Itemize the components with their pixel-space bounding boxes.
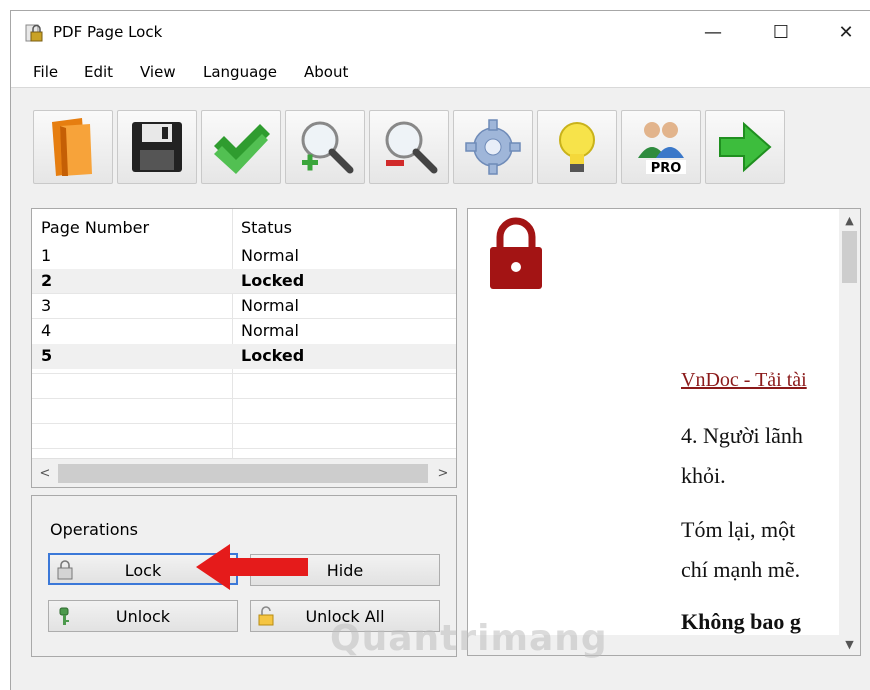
menu-about[interactable]: About	[304, 63, 348, 81]
zoom-in-icon	[301, 121, 354, 174]
list-header: Page Number Status	[32, 209, 456, 243]
next-arrow-icon	[719, 121, 772, 173]
row-divider	[32, 448, 456, 449]
page-number-cell: 4	[41, 321, 52, 340]
zoom-in-button[interactable]	[285, 110, 365, 184]
preview-vertical-scrollbar[interactable]: ▲ ▼	[839, 209, 860, 655]
unlock-button-label: Unlock	[115, 607, 171, 626]
preview-text-line: Tóm lại, một	[681, 517, 796, 542]
page-list[interactable]: Page Number Status 1 Normal 2 Locked 3 N…	[31, 208, 457, 488]
table-row[interactable]: 2 Locked	[32, 269, 456, 294]
row-divider	[32, 293, 456, 294]
save-icon	[132, 122, 182, 172]
pro-button[interactable]: PRO	[621, 110, 701, 184]
menu-edit[interactable]: Edit	[84, 63, 113, 81]
status-cell: Normal	[241, 246, 299, 265]
row-divider	[32, 318, 456, 319]
scroll-right-button[interactable]: >	[432, 463, 454, 483]
table-row[interactable]: 4 Normal	[32, 319, 456, 344]
status-cell: Normal	[241, 321, 299, 340]
preview-text-line: Không bao g	[681, 609, 801, 634]
list-horizontal-scrollbar[interactable]: < >	[32, 458, 456, 487]
next-button[interactable]	[705, 110, 785, 184]
apply-check-icon	[214, 124, 270, 174]
scrollbar-thumb[interactable]	[58, 464, 428, 483]
table-row[interactable]: 5 Locked	[32, 344, 456, 369]
app-lock-icon	[25, 24, 43, 42]
status-cell: Normal	[241, 296, 299, 315]
operations-title: Operations	[50, 520, 138, 539]
maximize-button[interactable]: ☐	[751, 11, 811, 54]
app-window: PDF Page Lock — ☐ ✕ File Edit View Langu…	[10, 10, 870, 690]
preview-text-line: khỏi.	[681, 463, 726, 488]
locked-page-icon	[490, 217, 542, 289]
minimize-button[interactable]: —	[683, 11, 743, 54]
row-divider	[32, 398, 456, 399]
save-button[interactable]	[117, 110, 197, 184]
row-divider	[32, 373, 456, 374]
row-divider	[32, 423, 456, 424]
page-number-cell: 2	[41, 271, 53, 290]
open-folder-icon	[52, 118, 92, 176]
page-number-cell: 3	[41, 296, 52, 315]
open-button[interactable]	[33, 110, 113, 184]
page-number-cell: 1	[41, 246, 52, 265]
apply-button[interactable]	[201, 110, 281, 184]
preview-text-line: 4. Người lãnh	[681, 423, 803, 448]
window-title: PDF Page Lock	[53, 23, 163, 41]
settings-button[interactable]	[453, 110, 533, 184]
scroll-left-button[interactable]: <	[34, 463, 56, 483]
red-pointer-arrow	[196, 544, 308, 590]
column-header-page-number[interactable]: Page Number	[41, 218, 149, 237]
title-bar: PDF Page Lock — ☐ ✕	[11, 11, 870, 54]
column-header-status[interactable]: Status	[241, 218, 292, 237]
scrollbar-thumb[interactable]	[842, 231, 857, 283]
preview-text-line: chí mạnh mẽ.	[681, 557, 801, 582]
status-cell: Locked	[241, 346, 305, 365]
zoom-out-icon	[385, 121, 438, 174]
tip-lightbulb-icon	[559, 122, 595, 172]
pro-users-icon: PRO	[638, 122, 686, 176]
page-number-cell: 5	[41, 346, 53, 365]
table-row[interactable]: 3 Normal	[32, 294, 456, 319]
status-cell: Locked	[241, 271, 305, 290]
table-row[interactable]: 1 Normal	[32, 244, 456, 269]
unlock-button[interactable]: Unlock	[48, 600, 238, 632]
settings-gear-icon	[465, 119, 521, 175]
preview-header-link[interactable]: VnDoc - Tải tài	[681, 369, 807, 392]
page-preview[interactable]: VnDoc - Tải tài 4. Người lãnh khỏi. Tóm …	[467, 208, 861, 656]
menu-language[interactable]: Language	[203, 63, 277, 81]
menu-file[interactable]: File	[33, 63, 58, 81]
watermark-logo: Quantrimang	[330, 618, 608, 659]
scroll-down-button[interactable]: ▼	[839, 635, 860, 653]
menu-view[interactable]: View	[140, 63, 176, 81]
scroll-up-button[interactable]: ▲	[839, 211, 860, 229]
close-button[interactable]: ✕	[816, 11, 870, 54]
menu-bar: File Edit View Language About	[11, 54, 870, 87]
tip-button[interactable]	[537, 110, 617, 184]
pro-badge-label: PRO	[651, 161, 682, 176]
zoom-out-button[interactable]	[369, 110, 449, 184]
toolbar: PRO	[11, 87, 870, 205]
